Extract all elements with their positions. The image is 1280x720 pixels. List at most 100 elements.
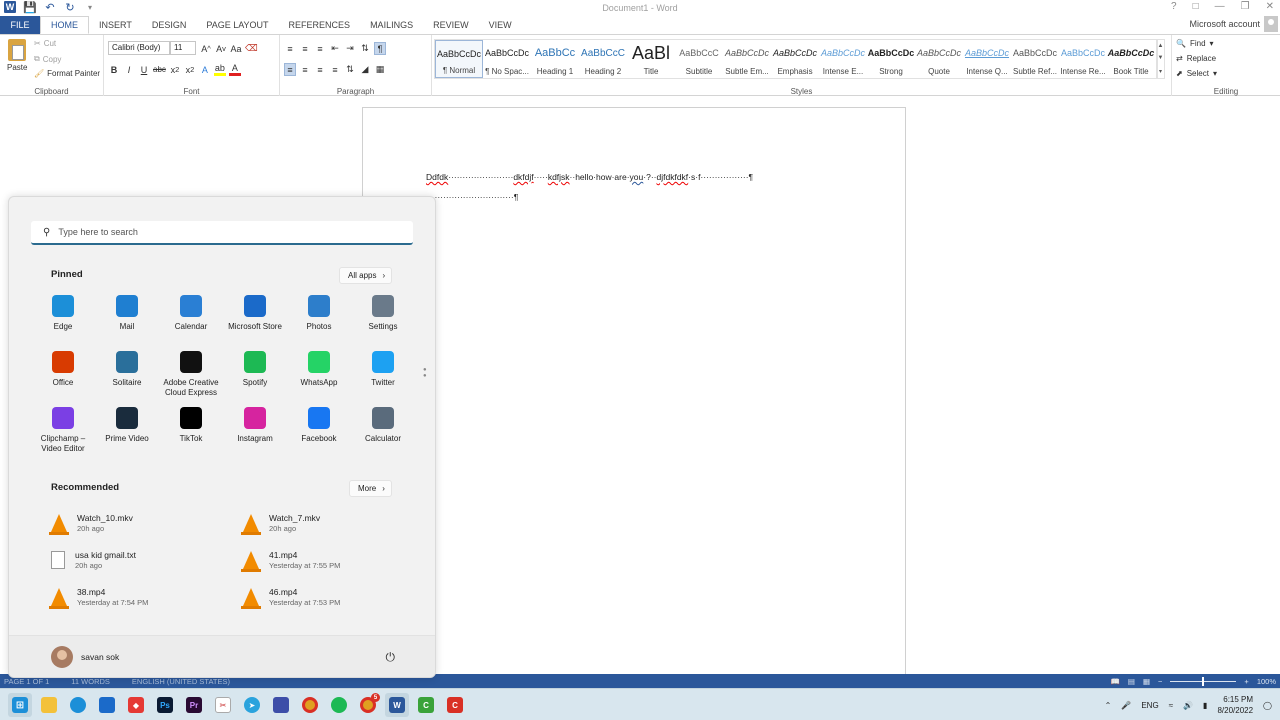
- style-intense-emphasis[interactable]: AaBbCcDc Intense E...: [819, 40, 867, 78]
- format-painter-button[interactable]: 🖌 Format Painter: [34, 69, 100, 78]
- close-button[interactable]: ✕: [1266, 1, 1274, 12]
- styles-gallery-scroll[interactable]: ▲ ▼ ▾: [1156, 39, 1165, 79]
- pinned-app[interactable]: Photos: [287, 295, 351, 343]
- all-apps-button[interactable]: All apps ›: [339, 267, 393, 284]
- camtasia-icon[interactable]: C: [414, 693, 438, 717]
- italic-icon[interactable]: I: [123, 63, 135, 76]
- word-icon[interactable]: W: [385, 693, 409, 717]
- pinned-app[interactable]: Facebook: [287, 407, 351, 455]
- microsoft-store-icon[interactable]: [95, 693, 119, 717]
- recommended-item[interactable]: Watch_7.mkv 20h ago: [241, 509, 411, 536]
- pinned-app[interactable]: Twitter: [351, 351, 415, 399]
- tab-page-layout[interactable]: PAGE LAYOUT: [196, 16, 278, 34]
- numbering-icon[interactable]: ≡: [299, 42, 311, 55]
- snipping-tool-icon[interactable]: ✂: [211, 693, 235, 717]
- help-icon[interactable]: ?: [1171, 1, 1177, 12]
- web-layout-icon[interactable]: ▦: [1143, 677, 1150, 686]
- page-indicator[interactable]: ● ●: [423, 367, 427, 379]
- copy-button[interactable]: ⧉ Copy: [34, 54, 61, 64]
- pinned-app[interactable]: Microsoft Store: [223, 295, 287, 343]
- tab-file[interactable]: FILE: [0, 16, 40, 34]
- change-case-icon[interactable]: Aa: [230, 42, 242, 55]
- pinned-app[interactable]: Spotify: [223, 351, 287, 399]
- shading-icon[interactable]: ◢: [359, 63, 371, 76]
- maximize-button[interactable]: ❐: [1241, 1, 1250, 12]
- language-indicator[interactable]: ENG: [1141, 701, 1158, 710]
- print-layout-icon[interactable]: ▤: [1128, 677, 1135, 686]
- start-search-box[interactable]: ⚲: [31, 221, 413, 245]
- account-name[interactable]: Microsoft account: [1189, 19, 1260, 29]
- align-left-icon[interactable]: ≡: [284, 63, 296, 76]
- pinned-app[interactable]: TikTok: [159, 407, 223, 455]
- recorder-icon[interactable]: C: [443, 693, 467, 717]
- multilevel-list-icon[interactable]: ≡: [314, 42, 326, 55]
- tab-view[interactable]: VIEW: [479, 16, 522, 34]
- tab-insert[interactable]: INSERT: [89, 16, 142, 34]
- pinned-app[interactable]: Edge: [31, 295, 95, 343]
- more-styles-icon[interactable]: ▾: [1159, 68, 1162, 75]
- pinned-app[interactable]: Calendar: [159, 295, 223, 343]
- document-line-2[interactable]: ·······························¶: [426, 192, 518, 202]
- font-size-box[interactable]: 11: [170, 41, 196, 55]
- style-subtle-emphasis[interactable]: AaBbCcDc Subtle Em...: [723, 40, 771, 78]
- recommended-item[interactable]: usa kid gmail.txt 20h ago: [51, 546, 243, 573]
- chevron-up-icon[interactable]: ⌃: [1105, 701, 1112, 710]
- font-color-icon[interactable]: A: [228, 63, 241, 76]
- style-subtle-reference[interactable]: AaBbCcDc Subtle Ref...: [1011, 40, 1059, 78]
- chrome-icon[interactable]: [298, 693, 322, 717]
- underline-icon[interactable]: U: [138, 63, 150, 76]
- style-normal[interactable]: AaBbCcDc ¶ Normal: [435, 40, 483, 78]
- align-right-icon[interactable]: ≡: [314, 63, 326, 76]
- style-intense-reference[interactable]: AaBbCcDc Intense Re...: [1059, 40, 1107, 78]
- recommended-item[interactable]: Watch_10.mkv 20h ago: [49, 509, 243, 536]
- user-name[interactable]: savan sok: [81, 652, 119, 662]
- bullets-icon[interactable]: ≡: [284, 42, 296, 55]
- recommended-item[interactable]: 41.mp4 Yesterday at 7:55 PM: [241, 546, 411, 573]
- notification-icon[interactable]: ◯: [1263, 701, 1272, 710]
- battery-icon[interactable]: ▮: [1203, 701, 1207, 710]
- zoom-out-icon[interactable]: −: [1158, 677, 1162, 686]
- align-center-icon[interactable]: ≡: [299, 63, 311, 76]
- pinned-app[interactable]: Adobe Creative Cloud Express: [159, 351, 223, 399]
- zoom-slider[interactable]: [1170, 676, 1237, 686]
- photoshop-icon[interactable]: Ps: [153, 693, 177, 717]
- account-area[interactable]: Microsoft account: [1189, 16, 1278, 32]
- power-icon[interactable]: ⏻: [386, 650, 396, 665]
- start-search-input[interactable]: [58, 227, 379, 237]
- pinned-app[interactable]: Calculator: [351, 407, 415, 455]
- anydesk-icon[interactable]: ◆: [124, 693, 148, 717]
- subscript-icon[interactable]: x2: [169, 63, 181, 76]
- chevron-down-icon[interactable]: ▼: [1158, 55, 1164, 61]
- grow-font-icon[interactable]: A ^: [200, 42, 212, 55]
- style-quote[interactable]: AaBbCcDc Quote: [915, 40, 963, 78]
- pinned-app[interactable]: Solitaire: [95, 351, 159, 399]
- style-no-spacing[interactable]: AaBbCcDc ¶ No Spac...: [483, 40, 531, 78]
- font-name-box[interactable]: Calibri (Body): [108, 41, 170, 55]
- justify-icon[interactable]: ≡: [329, 63, 341, 76]
- shrink-font-icon[interactable]: Av: [215, 42, 227, 55]
- clock[interactable]: 6:15 PM 8/20/2022: [1217, 694, 1253, 716]
- tab-home[interactable]: HOME: [40, 16, 89, 34]
- minimize-button[interactable]: —: [1215, 1, 1225, 12]
- people-icon[interactable]: [269, 693, 293, 717]
- style-title[interactable]: AaBl Title: [627, 40, 675, 78]
- file-explorer-icon[interactable]: [37, 693, 61, 717]
- clear-format-icon[interactable]: ⌫: [245, 42, 258, 55]
- highlight-icon[interactable]: ab: [213, 63, 226, 76]
- telegram-icon[interactable]: ➤: [240, 693, 264, 717]
- premiere-icon[interactable]: Pr: [182, 693, 206, 717]
- style-book-title[interactable]: AaBbCcDc Book Title: [1107, 40, 1155, 78]
- pinned-app[interactable]: Instagram: [223, 407, 287, 455]
- pinned-app[interactable]: Mail: [95, 295, 159, 343]
- microphone-icon[interactable]: 🎤: [1121, 701, 1131, 710]
- tab-design[interactable]: DESIGN: [142, 16, 197, 34]
- sort-icon[interactable]: ⇅: [359, 42, 371, 55]
- document-line-1[interactable]: Ddfdk·······················dkfdjf·····k…: [426, 172, 753, 182]
- read-mode-icon[interactable]: 📖: [1111, 677, 1120, 686]
- cut-button[interactable]: ✂ Cut: [34, 39, 56, 48]
- wifi-icon[interactable]: ≈: [1169, 701, 1173, 710]
- spotify-icon[interactable]: [327, 693, 351, 717]
- recommended-item[interactable]: 38.mp4 Yesterday at 7:54 PM: [49, 583, 243, 610]
- volume-icon[interactable]: 🔊: [1183, 701, 1193, 710]
- show-formatting-icon[interactable]: ¶: [374, 42, 386, 55]
